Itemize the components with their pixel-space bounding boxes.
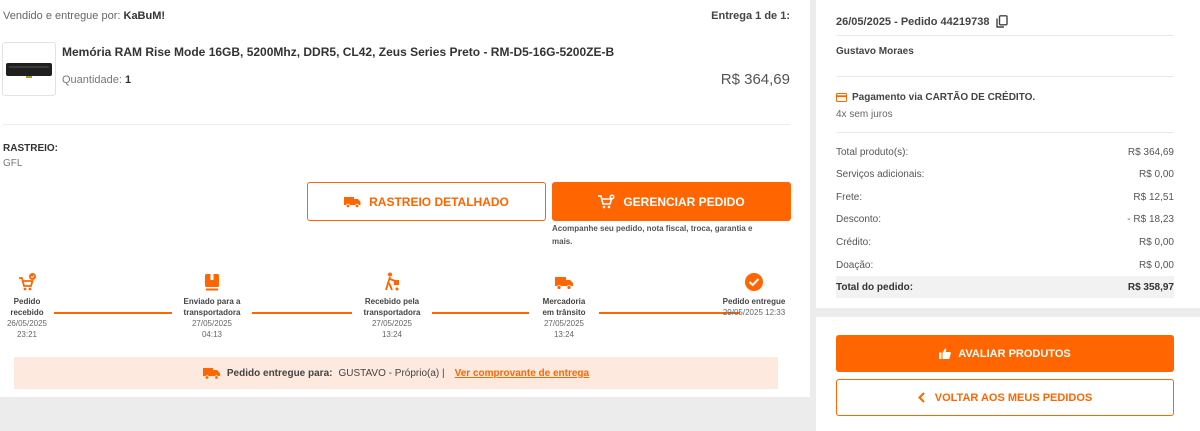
timeline-step-date: 27/05/2025 <box>191 319 233 328</box>
payment-method-label: Pagamento via CARTÃO DE CRÉDITO. <box>852 92 1036 103</box>
timeline-step-time: 23:21 <box>16 330 38 339</box>
timeline-step-date: 27/05/2025 <box>371 319 413 328</box>
summary-total-row: Total do pedido: R$ 358,97 <box>836 276 1174 298</box>
seller-info: Vendido e entregue por: KaBuM! <box>3 10 165 22</box>
thumbs-up-icon <box>939 348 952 359</box>
summary-label: Frete: <box>836 191 863 203</box>
tracking-label: RASTREIO: <box>3 143 58 154</box>
package-icon <box>205 274 219 291</box>
truck-icon <box>202 367 220 380</box>
summary-value: R$ 364,69 <box>1127 146 1174 158</box>
truck-icon <box>344 196 361 208</box>
product-thumbnail[interactable] <box>2 42 56 96</box>
timeline-step-date: 26/05/2025 <box>6 319 48 328</box>
timeline-step-date: 29/05/2025 12:33 <box>722 308 786 317</box>
timeline-step-time: 13:24 <box>381 330 403 339</box>
manage-order-button[interactable]: GERENCIAR PEDIDO <box>552 182 791 221</box>
timeline-step-in-transit: Mercadoria em trânsito 27/05/2025 13:24 <box>529 272 599 340</box>
ram-module-image <box>6 63 52 78</box>
summary-value: - R$ 18,23 <box>1127 213 1174 225</box>
cart-gear-icon <box>598 194 615 209</box>
order-items-card: Vendido e entregue por: KaBuM! Entrega 1… <box>0 0 810 397</box>
summary-label: Total produto(s): <box>836 146 909 158</box>
evaluate-products-label: AVALIAR PRODUTOS <box>958 347 1071 360</box>
summary-row: Total produto(s): R$ 364,69 <box>836 141 1174 163</box>
timeline-step-label: transportadora <box>172 307 252 318</box>
delivery-proof-link[interactable]: Ver comprovante de entrega <box>455 368 590 379</box>
summary-value: R$ 0,00 <box>1138 168 1174 180</box>
manage-order-label: GERENCIAR PEDIDO <box>623 194 745 209</box>
copy-icon[interactable] <box>995 15 1008 28</box>
timeline-step-label: Pedido <box>0 296 54 307</box>
timeline-step-label: Enviado para a <box>172 296 252 307</box>
seller-prefix: Vendido e entregue por: <box>3 10 121 22</box>
product-price: R$ 364,69 <box>720 71 790 88</box>
summary-value: R$ 12,51 <box>1133 191 1174 203</box>
summary-row: Frete: R$ 12,51 <box>836 186 1174 208</box>
delivered-to-label: Pedido entregue para: <box>226 367 333 379</box>
total-label: Total do pedido: <box>836 281 914 293</box>
divider <box>836 132 1174 133</box>
divider <box>836 76 1174 77</box>
timeline-step-time: 04:13 <box>201 330 223 339</box>
timeline-step-sent: Enviado para a transportadora 27/05/2025… <box>172 272 252 340</box>
summary-label: Serviços adicionais: <box>836 168 925 180</box>
summary-row: Serviços adicionais: R$ 0,00 <box>836 163 1174 185</box>
timeline-step-label: recebido <box>0 307 54 318</box>
summary-value: R$ 0,00 <box>1138 236 1174 248</box>
summary-row: Doação: R$ 0,00 <box>836 254 1174 276</box>
cart-check-icon <box>19 273 36 291</box>
order-number: 26/05/2025 - Pedido 44219738 <box>836 15 990 28</box>
tracking-detail-button[interactable]: RASTREIO DETALHADO <box>307 182 546 221</box>
summary-row: Crédito: R$ 0,00 <box>836 231 1174 253</box>
seller-name: KaBuM! <box>123 10 166 22</box>
timeline-step-carrier-received: Recebido pela transportadora 27/05/2025 … <box>352 272 432 340</box>
timeline-step-received: Pedido recebido 26/05/2025 23:21 <box>0 272 54 340</box>
timeline-step-label: Mercadoria <box>529 296 599 307</box>
hand-truck-icon <box>385 272 399 291</box>
quantity-label: Quantidade: <box>62 74 122 86</box>
payment-method: Pagamento via CARTÃO DE CRÉDITO. <box>836 92 1035 103</box>
delivery-counter: Entrega 1 de 1: <box>711 10 790 22</box>
timeline-step-label: transportadora <box>352 307 432 318</box>
order-actions-card: AVALIAR PRODUTOS VOLTAR AOS MEUS PEDIDOS <box>816 317 1200 431</box>
product-name[interactable]: Memória RAM Rise Mode 16GB, 5200Mhz, DDR… <box>62 45 614 59</box>
total-value: R$ 358,97 <box>1127 281 1174 293</box>
payment-installments: 4x sem juros <box>836 109 893 120</box>
timeline-step-label: Recebido pela <box>352 296 432 307</box>
manage-order-help: Acompanhe seu pedido, nota fiscal, troca… <box>552 224 753 246</box>
summary-label: Doação: <box>836 259 874 271</box>
divider <box>836 35 1174 36</box>
tracking-detail-label: RASTREIO DETALHADO <box>369 194 509 209</box>
product-quantity: Quantidade: 1 <box>62 74 131 86</box>
summary-label: Crédito: <box>836 236 872 248</box>
delivered-banner: Pedido entregue para: GUSTAVO - Próprio(… <box>14 357 778 389</box>
order-header: 26/05/2025 - Pedido 44219738 <box>836 15 1008 28</box>
evaluate-products-button[interactable]: AVALIAR PRODUTOS <box>836 335 1174 372</box>
timeline-step-label: em trânsito <box>529 307 599 318</box>
summary-label: Desconto: <box>836 213 882 225</box>
back-to-orders-button[interactable]: VOLTAR AOS MEUS PEDIDOS <box>836 379 1174 416</box>
credit-card-icon <box>836 93 847 102</box>
summary-value: R$ 0,00 <box>1138 259 1174 271</box>
back-to-orders-label: VOLTAR AOS MEUS PEDIDOS <box>934 391 1093 404</box>
tracking-carrier: GFL <box>3 158 23 169</box>
timeline-step-time: 13:24 <box>553 330 575 339</box>
check-circle-icon <box>745 273 763 291</box>
quantity-value: 1 <box>125 74 132 86</box>
order-summary-card: 26/05/2025 - Pedido 44219738 Gustavo Mor… <box>816 0 1200 308</box>
customer-name: Gustavo Moraes <box>836 46 914 57</box>
divider <box>3 124 790 125</box>
delivered-recipient: GUSTAVO - Próprio(a) | <box>338 367 445 379</box>
summary-row: Desconto: - R$ 18,23 <box>836 208 1174 230</box>
chevron-left-icon <box>917 392 925 403</box>
timeline-step-date: 27/05/2025 <box>543 319 585 328</box>
timeline-step-delivered: Pedido entregue 29/05/2025 12:33 <box>713 272 795 318</box>
truck-icon <box>555 277 573 290</box>
timeline-step-label: Pedido entregue <box>713 296 795 307</box>
